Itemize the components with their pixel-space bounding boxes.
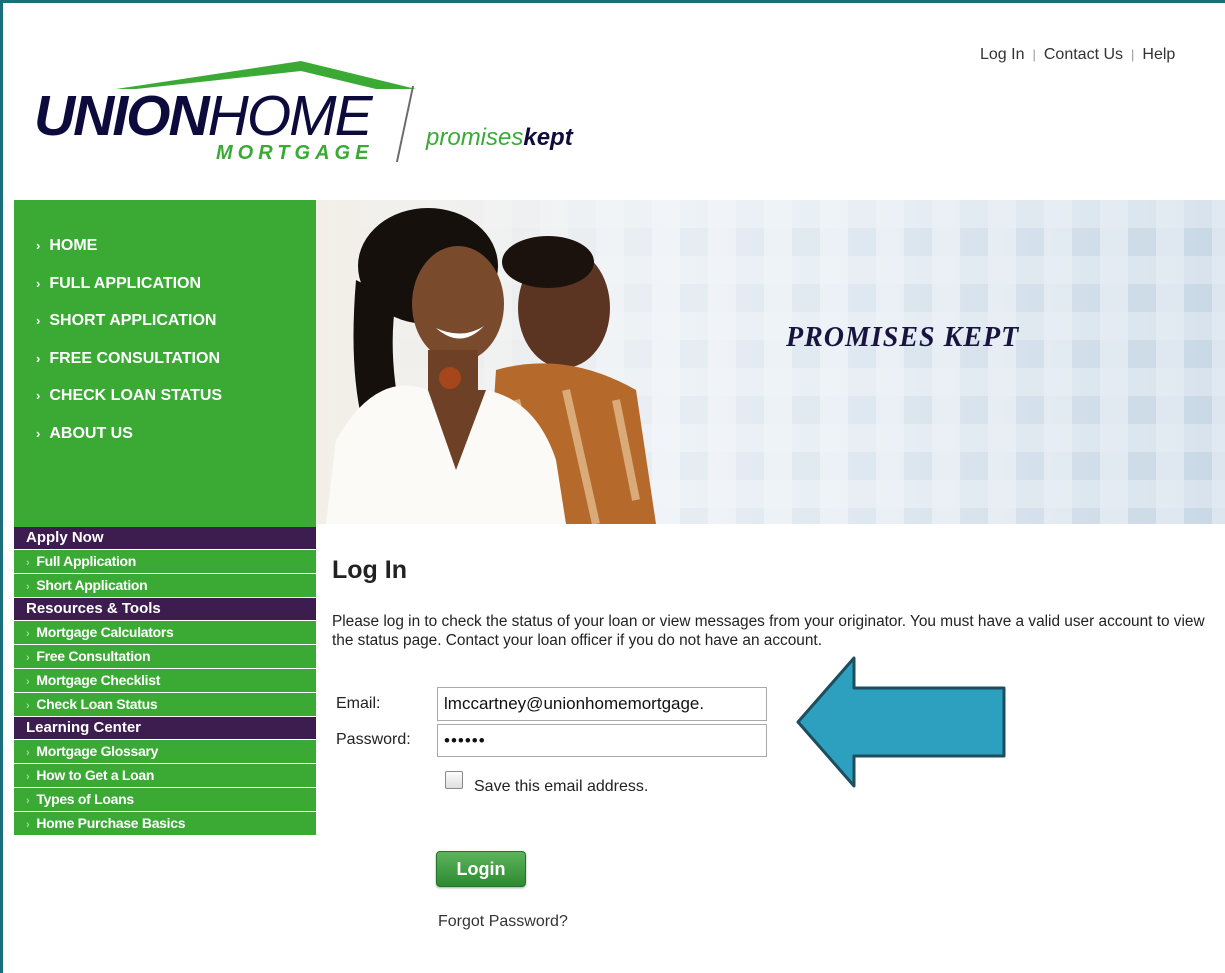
forgot-password-link[interactable]: Forgot Password? [438,913,568,931]
sidebar-item-types-of-loans[interactable]: › Types of Loans [14,788,316,811]
chevron-right-icon: › [26,628,30,640]
nav-item-full-application[interactable]: › FULL APPLICATION [36,274,222,312]
chevron-right-icon: › [26,676,30,688]
annotation-arrow-icon [796,656,1006,788]
sidebar-heading-learning-center: Learning Center [14,717,316,739]
nav-item-about-us[interactable]: › ABOUT US [36,424,222,462]
sidebar-item-mortgage-calculators[interactable]: › Mortgage Calculators [14,621,316,644]
sidebar-item-full-application[interactable]: › Full Application [14,550,316,573]
chevron-right-icon: › [26,652,30,664]
chevron-right-icon: › [36,350,41,366]
sidebar-heading-resources: Resources & Tools [14,598,316,620]
chevron-right-icon: › [36,388,41,403]
nav-item-short-application[interactable]: › SHORT APPLICATION [36,311,222,349]
password-label: Password: [336,731,411,748]
main-nav: › HOME › FULL APPLICATION › SHORT APPLICATI… [14,200,316,527]
email-input[interactable]: lmccartney@unionhomemortgage. [437,687,767,721]
nav-item-check-loan-status[interactable]: › CHECK LOAN STATUS [36,386,222,424]
password-input[interactable]: •••••• [437,724,767,757]
hero-banner: PROMISES KEPT [316,200,1225,524]
login-instructions: Please log in to check the status of you… [332,613,1205,649]
login-button[interactable]: Login [436,851,526,887]
page-title: Log In [332,556,407,584]
chevron-right-icon: › [26,747,30,759]
sidebar-heading-apply-now: Apply Now [14,527,316,549]
brand-subtitle: MORTGAGE [216,142,374,164]
hero-couple-photo [316,200,676,524]
hero-title: PROMISES KEPT [786,322,1020,353]
save-email-checkbox[interactable] [445,771,463,789]
sidebar-item-short-application[interactable]: › Short Application [14,574,316,597]
chevron-right-icon: › [26,819,30,831]
chevron-right-icon: › [26,771,30,783]
save-email-label: Save this email address. [474,778,649,795]
chevron-right-icon: › [26,795,30,807]
sidebar-item-home-purchase-basics[interactable]: › Home Purchase Basics [14,812,316,835]
nav-item-home[interactable]: › HOME [36,236,222,274]
chevron-right-icon: › [36,313,41,328]
sidebar-item-check-loan-status[interactable]: › Check Loan Status [14,693,316,716]
logo-divider [395,86,415,162]
sidebar-item-mortgage-checklist[interactable]: › Mortgage Checklist [14,669,316,692]
top-links: Log In | Contact Us | Help [980,46,1176,63]
email-label: Email: [336,695,381,712]
chevron-right-icon: › [36,425,41,441]
nav-item-free-consultation[interactable]: › FREE CONSULTATION [36,349,222,387]
sidebar-item-how-to-get-a-loan[interactable]: › How to Get a Loan [14,764,316,787]
sidebar-nav: Apply Now › Full Application › Short Appli… [14,527,316,836]
chevron-right-icon: › [26,557,30,569]
top-link-contact[interactable]: Contact Us [1044,46,1123,63]
sidebar-item-free-consultation[interactable]: › Free Consultation [14,645,316,668]
chevron-right-icon: › [36,275,41,291]
brand-name: UNIONHOME [34,84,373,148]
chevron-right-icon: › [36,238,41,253]
top-link-login[interactable]: Log In [980,46,1024,63]
top-link-help[interactable]: Help [1142,46,1175,63]
sidebar-item-mortgage-glossary[interactable]: › Mortgage Glossary [14,740,316,763]
chevron-right-icon: › [26,700,30,712]
company-logo[interactable]: UNIONHOME MORTGAGE promiseskept [34,56,654,166]
brand-tagline: promiseskept [426,124,573,151]
chevron-right-icon: › [26,581,30,593]
